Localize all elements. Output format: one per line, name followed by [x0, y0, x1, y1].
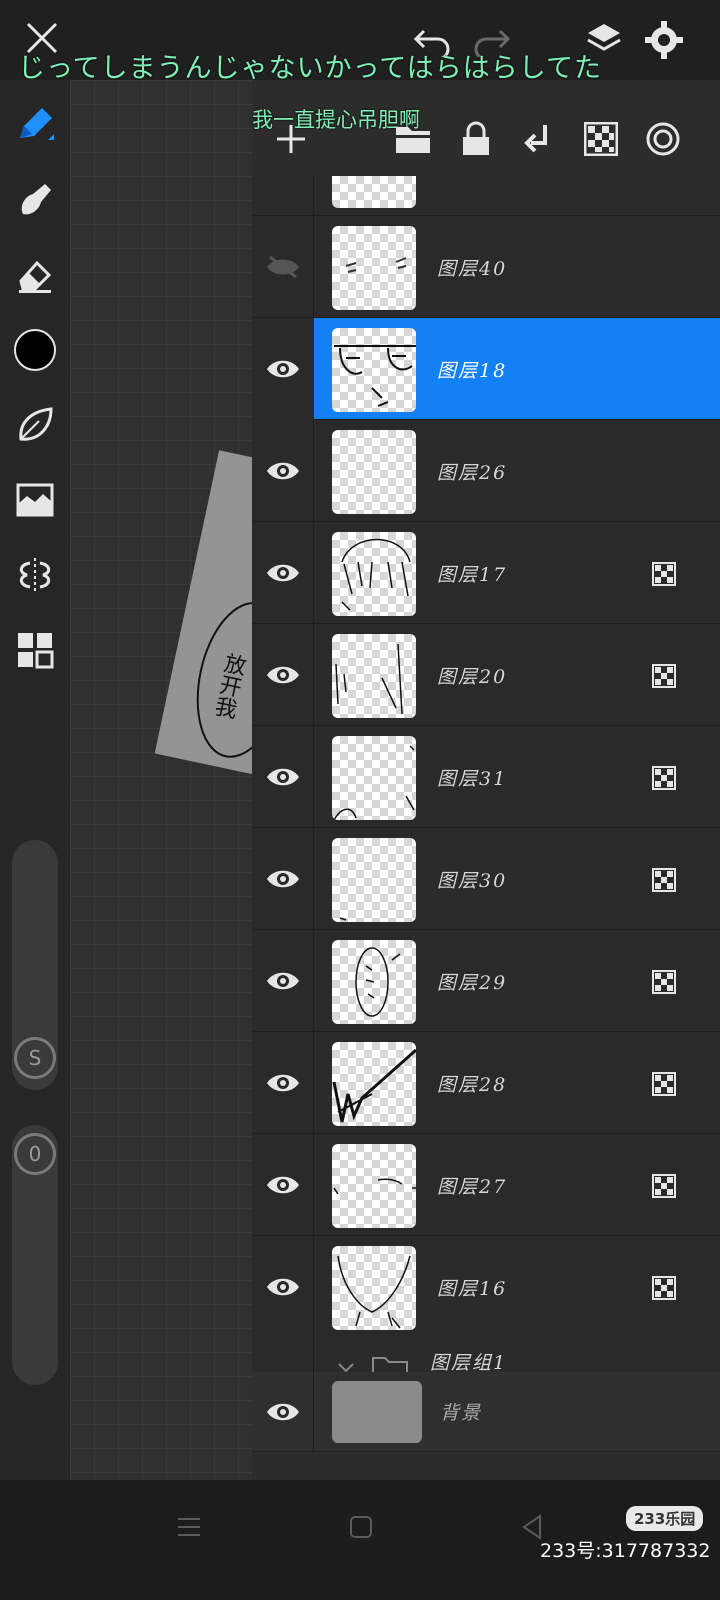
image-adjust-icon[interactable] [10, 475, 60, 525]
brush-size-handle[interactable]: S [14, 1037, 56, 1079]
brush-size-slider[interactable]: S [12, 840, 58, 1090]
layer-row[interactable]: 图层29 [252, 930, 720, 1032]
layer-thumbnail [332, 1246, 416, 1330]
layer-group-name: 图层组1 [430, 1352, 508, 1374]
clipping-mask-icon[interactable] [652, 562, 676, 586]
eye-column [252, 176, 314, 216]
layer-name: 图层26 [437, 462, 508, 484]
layer-row[interactable]: 图层28 [252, 1032, 720, 1134]
visibility-eye-icon[interactable] [252, 930, 314, 1032]
layer-effects-target-icon[interactable] [642, 118, 684, 160]
background-layer-row[interactable]: 背景 [252, 1372, 720, 1452]
layer-row[interactable]: 图层27 [252, 1134, 720, 1236]
clipping-mask-icon[interactable] [652, 970, 676, 994]
layer-row[interactable]: 图层31 [252, 726, 720, 828]
layer-name: 图层18 [437, 360, 508, 382]
home-nav-icon[interactable] [344, 1510, 378, 1544]
left-toolbar: S 0 [0, 80, 70, 1510]
layer-row-partial[interactable] [252, 176, 720, 216]
lock-icon[interactable] [455, 118, 497, 160]
layer-thumbnail [332, 838, 416, 922]
clipping-mask-icon[interactable] [652, 868, 676, 892]
layer-thumbnail [332, 634, 416, 718]
visibility-eye-icon[interactable] [252, 420, 314, 522]
layer-thumbnail [332, 176, 416, 208]
app-root: 放开我 S 0 じってしまうんじゃないかってはらはらしてた 我一直提心吊胆啊 图… [0, 0, 720, 1600]
layer-thumbnail [332, 940, 416, 1024]
watermark-badge: 233乐园 [626, 1506, 704, 1531]
layer-thumbnail [332, 328, 416, 412]
color-picker-swatch[interactable] [10, 325, 60, 375]
visibility-eye-icon[interactable] [252, 726, 314, 828]
layer-name: 图层31 [437, 768, 508, 790]
clipping-mask-icon[interactable] [652, 1276, 676, 1300]
layer-thumbnail [332, 736, 416, 820]
layer-name: 图层28 [437, 1074, 508, 1096]
layer-name: 图层29 [437, 972, 508, 994]
clipping-mask-icon[interactable] [652, 1072, 676, 1096]
watermark-id: 233号:317787332 [540, 1540, 711, 1562]
layer-thumbnail [332, 532, 416, 616]
layer-row[interactable]: 图层16 [252, 1236, 720, 1338]
layer-name: 图层17 [437, 564, 508, 586]
eye-column [252, 1372, 314, 1452]
layer-row[interactable]: 图层18 [252, 318, 720, 420]
clipping-mask-icon[interactable] [652, 664, 676, 688]
layer-name: 图层20 [437, 666, 508, 688]
eraser-icon[interactable] [10, 250, 60, 300]
layer-name: 图层16 [437, 1278, 508, 1300]
visibility-eye-icon[interactable] [252, 1134, 314, 1236]
brush-opacity-slider[interactable]: 0 [12, 1125, 58, 1385]
layer-name: 图层30 [437, 870, 508, 892]
brush-size-label: S [28, 1046, 42, 1070]
layer-row[interactable]: 图层20 [252, 624, 720, 726]
layer-thumbnail [332, 1042, 416, 1126]
hidden-eye-icon[interactable] [252, 216, 314, 318]
layer-thumbnail [332, 226, 416, 310]
layer-row[interactable]: 图层17 [252, 522, 720, 624]
layer-row[interactable]: 图层26 [252, 420, 720, 522]
pen-tool-icon[interactable] [10, 100, 60, 150]
menu-nav-icon[interactable] [172, 1510, 206, 1544]
visibility-eye-icon[interactable] [252, 828, 314, 930]
sketch-speech-text: 放开我 [209, 650, 248, 720]
leaf-tool-icon[interactable] [10, 400, 60, 450]
visibility-eye-icon[interactable] [252, 624, 314, 726]
smudge-brush-icon[interactable] [10, 175, 60, 225]
brush-opacity-handle[interactable]: 0 [14, 1133, 56, 1175]
clipping-mask-icon[interactable] [652, 766, 676, 790]
symmetry-icon[interactable] [10, 550, 60, 600]
visibility-eye-icon [266, 1403, 299, 1421]
visibility-eye-icon[interactable] [252, 1032, 314, 1134]
layer-thumbnail [332, 1144, 416, 1228]
visibility-eye-icon[interactable] [252, 318, 314, 420]
layer-row[interactable]: 图层30 [252, 828, 720, 930]
brush-opacity-label: 0 [28, 1142, 42, 1166]
background-thumbnail [332, 1381, 422, 1443]
folder-icon[interactable] [392, 118, 434, 160]
layer-name: 图层40 [437, 258, 508, 280]
layer-row[interactable]: 图层40 [252, 216, 720, 318]
gallery-grid-icon[interactable] [10, 625, 60, 675]
background-layer-name: 背景 [440, 1402, 483, 1424]
visibility-eye-icon[interactable] [252, 522, 314, 624]
visibility-eye-icon[interactable] [252, 1236, 314, 1338]
layer-name: 图层27 [437, 1176, 508, 1198]
transparency-checker-icon[interactable] [580, 118, 622, 160]
merge-down-icon[interactable] [518, 118, 560, 160]
layer-thumbnail [332, 430, 416, 514]
clipping-mask-icon[interactable] [652, 1174, 676, 1198]
